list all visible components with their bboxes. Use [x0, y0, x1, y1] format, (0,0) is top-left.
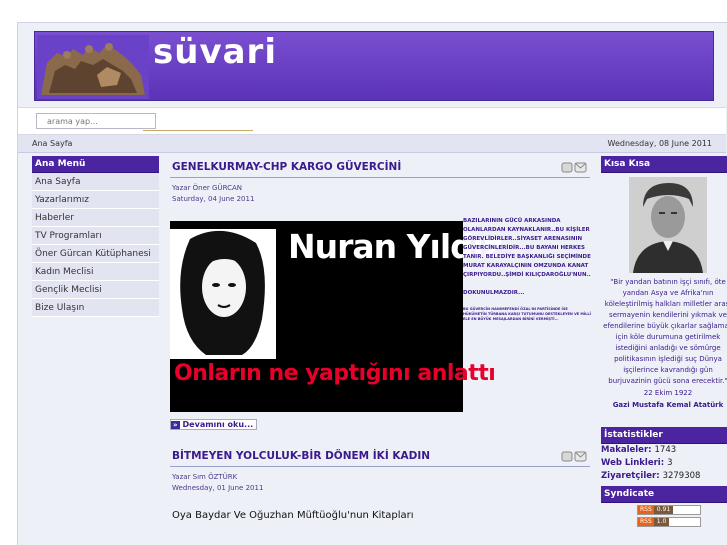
article: GENELKURMAY-CHP KARGO GÜVERCİNİ Yazar Ön… [170, 156, 591, 431]
quote-author: Gazi Mustafa Kemal Atatürk [612, 401, 724, 409]
current-date: Wednesday, 08 June 2011 [607, 139, 712, 148]
stat-value: 3279308 [662, 471, 701, 481]
image-caption: Onların ne yaptığını anlattı [174, 361, 496, 386]
site-header: süvari [34, 31, 714, 101]
rss-feed-link[interactable]: RSS 1.0 [637, 517, 701, 527]
search-input[interactable] [36, 113, 156, 129]
rss-badge: RSS [638, 506, 654, 514]
article-title-text[interactable]: GENELKURMAY-CHP KARGO GÜVERCİNİ [172, 161, 401, 173]
kisa-kisa-title: Kısa Kısa [601, 156, 727, 173]
menu-item-genclik-meclisi[interactable]: Gençlik Meclisi [32, 281, 159, 299]
article-title-text[interactable]: BİTMEYEN YOLCULUK-BİR DÖNEM İKİ KADIN [172, 450, 430, 462]
stat-row: Makaleler: 1743 [601, 444, 727, 457]
breadcrumb-bar: Ana Sayfa Wednesday, 08 June 2011 [18, 135, 726, 153]
article-date: Saturday, 04 June 2011 [172, 195, 255, 203]
rss-version: 0.91 [653, 506, 674, 514]
rss-feed-link[interactable]: RSS 0.91 [637, 505, 701, 515]
summary-paragraph: DOKUNULMAZDIR... [463, 290, 525, 296]
article-author: Yazar Öner GÜRCAN [172, 184, 242, 192]
syndicate-module: Syndicate RSS 0.91 RSS 1.0 [601, 486, 727, 527]
main-content: GENELKURMAY-CHP KARGO GÜVERCİNİ Yazar Ön… [170, 156, 591, 521]
main-menu-title: Ana Menü [32, 156, 159, 173]
syndicate-title: Syndicate [601, 486, 727, 503]
article-summary: BAZILARININ GÜCÜ ARKASINDA OLANLARDAN KA… [463, 217, 591, 331]
print-email-icons[interactable] [560, 160, 588, 174]
stat-row: Ziyaretçiler: 3279308 [601, 470, 727, 483]
main-menu: Ana Menü Ana Sayfa Yazarlarımız Haberler… [32, 156, 159, 317]
page-frame: süvari Ana Sayfa Wednesday, 08 June 2011… [17, 22, 727, 545]
rss-badge: RSS [638, 518, 654, 526]
rss-version: 1.0 [653, 518, 670, 526]
menu-item-kadin-meclisi[interactable]: Kadın Meclisi [32, 263, 159, 281]
stat-label: Web Linkleri: [601, 458, 665, 468]
double-arrow-icon: » [171, 421, 180, 429]
article-title[interactable]: BİTMEYEN YOLCULUK-BİR DÖNEM İKİ KADIN [170, 445, 590, 467]
article-author: Yazar Sım ÖZTÜRK [172, 473, 238, 481]
breadcrumb[interactable]: Ana Sayfa [32, 139, 72, 148]
stat-row: Web Linkleri: 3 [601, 457, 727, 470]
quote-date: 22 Ekim 1922 [643, 389, 693, 397]
read-more-button[interactable]: » Devamını oku... [170, 419, 258, 430]
quote-text: "Bir yandan batının işçi sınıfı, öte yan… [603, 278, 727, 385]
article-subtitle: Oya Baydar Ve Oğuzhan Müftüoğlu'nun Kita… [172, 510, 414, 521]
article-title[interactable]: GENELKURMAY-CHP KARGO GÜVERCİNİ [170, 156, 590, 178]
quote-module: "Bir yandan batının işçi sınıfı, öte yan… [601, 173, 727, 413]
article-image: Nuran Yıldız Onların ne yaptığını anlatt… [170, 221, 502, 412]
statistics-module: İstatistikler Makaleler: 1743 Web Linkle… [601, 427, 727, 483]
cavalry-logo-image [37, 35, 149, 99]
stat-label: Ziyaretçiler: [601, 471, 660, 481]
search-underline [143, 130, 253, 131]
read-more-label: Devamını oku... [182, 420, 254, 429]
menu-item-tv-programlari[interactable]: TV Programları [32, 227, 159, 245]
site-title: süvari [153, 32, 277, 72]
woman-portrait-image [170, 229, 276, 359]
stat-label: Makaleler: [601, 445, 652, 455]
article: BİTMEYEN YOLCULUK-BİR DÖNEM İKİ KADIN Ya… [170, 445, 590, 521]
search-bar [18, 107, 726, 135]
menu-item-ana-sayfa[interactable]: Ana Sayfa [32, 173, 159, 191]
article-date: Wednesday, 01 June 2011 [172, 484, 264, 492]
ataturk-portrait-image [629, 177, 707, 273]
article-body: Nuran Yıldız Onların ne yaptığını anlatt… [170, 217, 591, 412]
menu-item-bize-ulasin[interactable]: Bize Ulaşın [32, 299, 159, 317]
menu-item-yazarlarimiz[interactable]: Yazarlarımız [32, 191, 159, 209]
statistics-title: İstatistikler [601, 427, 727, 444]
stat-value: 1743 [654, 445, 677, 455]
summary-paragraph: BU GÜVERCİN HANIMEFENDİ ÖZAL'IN PARTİSİN… [463, 307, 591, 321]
print-email-icons[interactable] [560, 449, 588, 463]
summary-paragraph: BAZILARININ GÜCÜ ARKASINDA OLANLARDAN KA… [463, 218, 591, 278]
menu-item-kutuphane[interactable]: Öner Gürcan Kütüphanesi [32, 245, 159, 263]
stat-value: 3 [667, 458, 673, 468]
menu-item-haberler[interactable]: Haberler [32, 209, 159, 227]
right-sidebar: Kısa Kısa "Bir yandan batının işçi sınıf… [601, 156, 727, 527]
